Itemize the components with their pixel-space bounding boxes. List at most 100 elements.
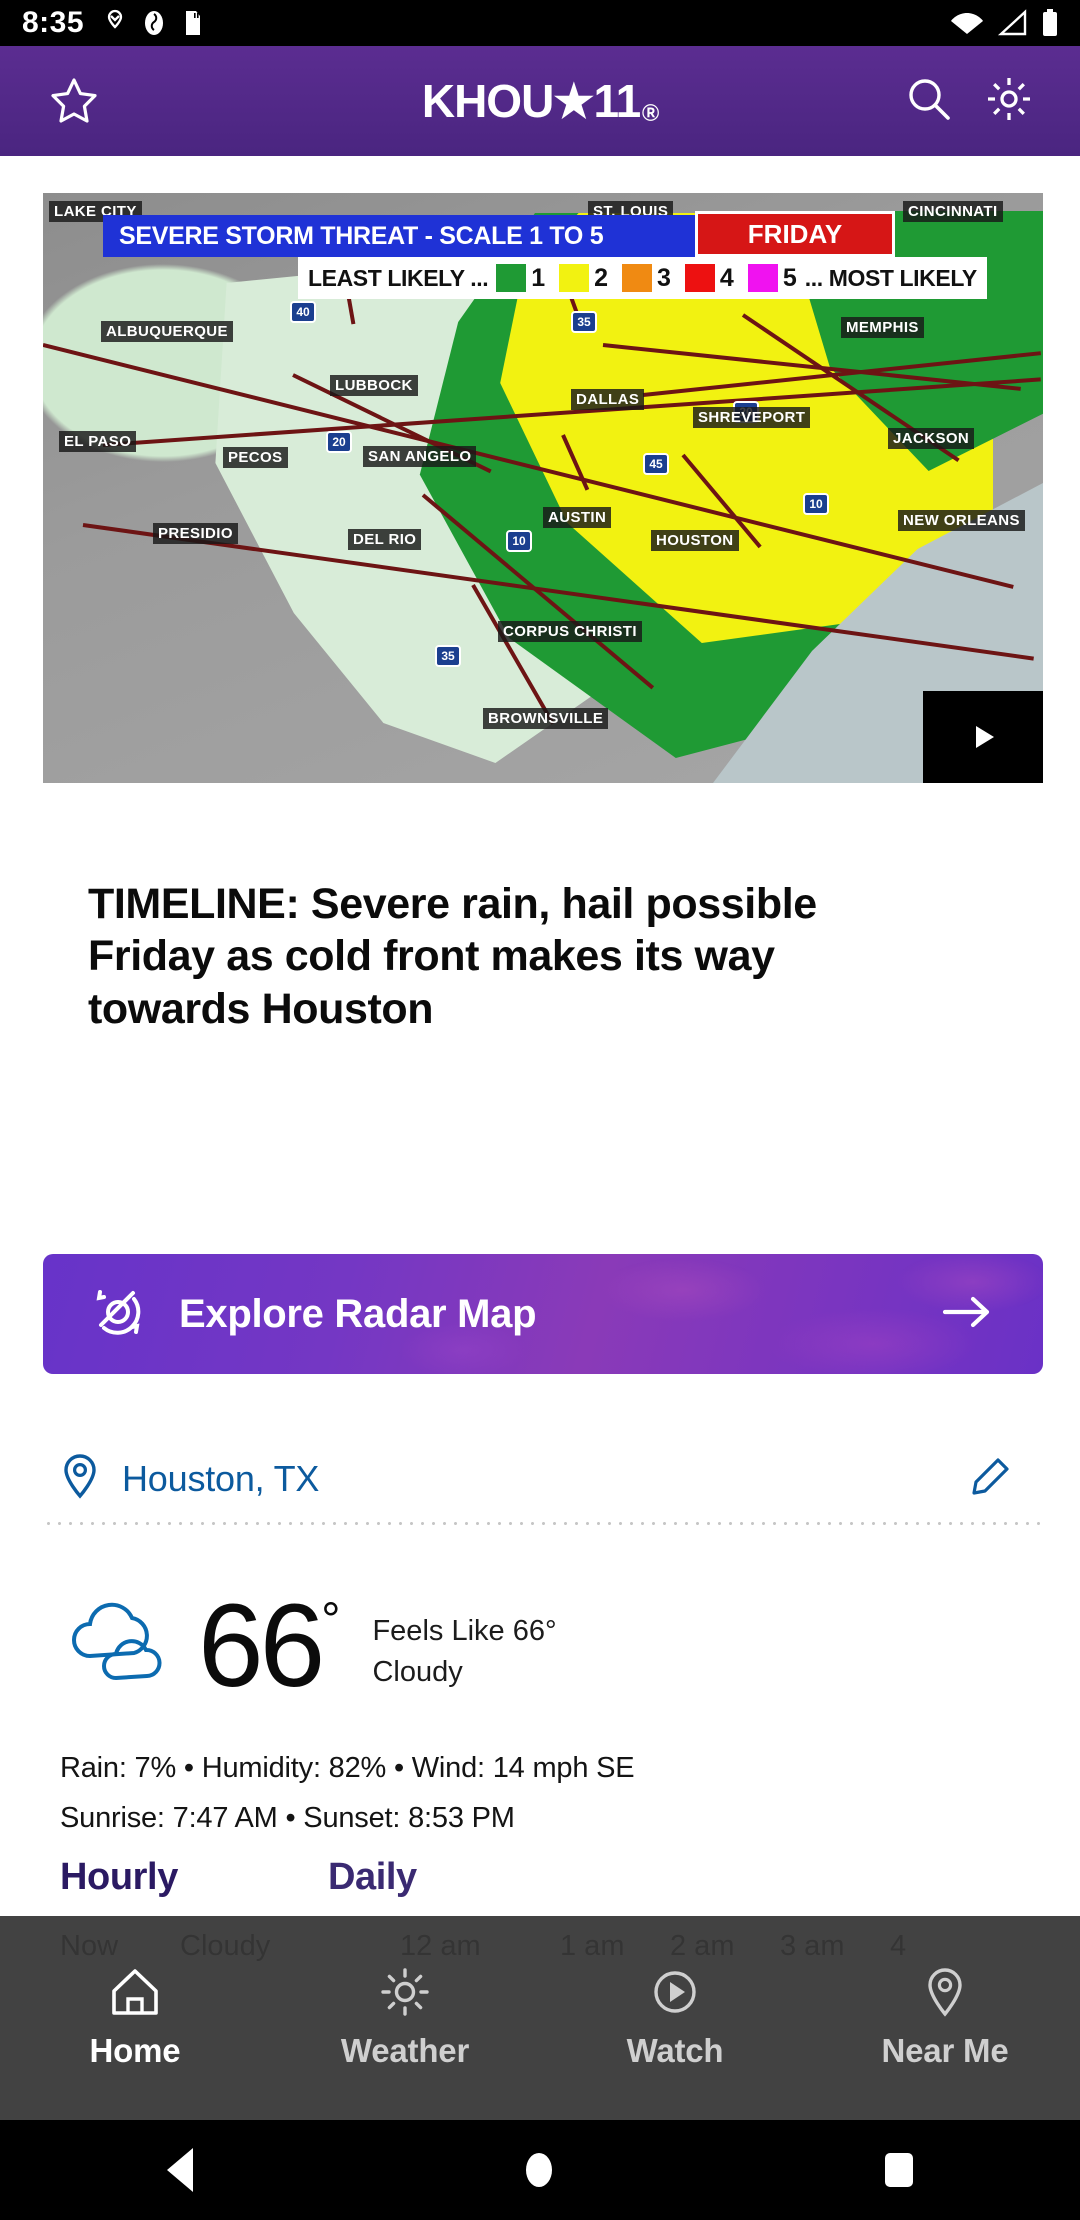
highway-shield: 10 — [803, 493, 829, 515]
app-header-actions — [904, 74, 1034, 129]
wifi-icon — [951, 13, 983, 34]
tab-weather[interactable]: Weather — [270, 1916, 540, 2120]
tab-daily[interactable]: Daily — [328, 1856, 417, 1899]
cellular-signal-icon — [997, 9, 1027, 36]
android-navigation-bar — [0, 2120, 1080, 2220]
selected-location-row[interactable]: Houston, TX — [60, 1446, 1030, 1512]
tab-home[interactable]: Home — [0, 1916, 270, 2120]
legend-level-5: 5 — [782, 263, 797, 292]
map-city-label: PECOS — [223, 447, 288, 468]
legend-level-3: 3 — [657, 263, 671, 292]
legend-scale-items: 1 2 3 4 5 — [496, 264, 797, 293]
legend-item-5: 5 — [747, 263, 797, 293]
bottom-tab-bar: Home Weather Watch Near Me — [0, 1916, 1080, 2120]
map-city-label: HOUSTON — [651, 530, 739, 551]
legend-level-2: 2 — [594, 263, 609, 292]
weather-details-line-1: Rain: 7% • Humidity: 82% • Wind: 14 mph … — [60, 1752, 635, 1784]
section-divider-dotted — [43, 1522, 1043, 1525]
sd-card-icon — [186, 11, 201, 35]
home-icon — [112, 1969, 158, 2015]
play-icon — [976, 726, 994, 748]
arrow-right-icon — [942, 1296, 990, 1327]
map-city-label: CORPUS CHRISTI — [498, 621, 642, 642]
status-bar-clock: 8:35 — [22, 6, 85, 39]
tab-hourly[interactable]: Hourly — [60, 1856, 178, 1899]
location-name: Houston, TX — [122, 1458, 320, 1499]
status-bar-right-icons — [950, 8, 1060, 38]
legend-swatch-5 — [747, 264, 778, 292]
weather-details-line-2: Sunrise: 7:47 AM • Sunset: 8:53 PM — [60, 1801, 515, 1834]
tab-weather-label: Weather — [340, 2032, 470, 2069]
edit-location-button[interactable] — [968, 1455, 1012, 1504]
legend-swatch-4 — [684, 264, 715, 292]
legend-level-1: 1 — [531, 263, 546, 292]
map-city-label: DEL RIO — [348, 529, 422, 550]
map-city-label: CINCINNATI — [903, 201, 1003, 222]
radar-icon — [96, 1289, 141, 1335]
main-scroll-content: 4020354510352010 LAKE CITYST. LOUISCINCI… — [0, 156, 1080, 1962]
settings-button[interactable] — [984, 74, 1034, 129]
forecast-tab-group: Hourly Daily — [60, 1856, 417, 1899]
article-headline[interactable]: TIMELINE: Severe rain, hail possible Fri… — [88, 878, 948, 1035]
map-city-label: PRESIDIO — [153, 523, 238, 544]
home-circle-icon[interactable] — [525, 2153, 552, 2187]
legend-swatch-2 — [559, 264, 590, 292]
tab-home-label: Home — [89, 2032, 181, 2069]
tab-near-me-label: Near Me — [881, 2032, 1009, 2069]
location-pin-icon — [928, 1968, 962, 2017]
map-city-label: DALLAS — [571, 389, 645, 410]
location-sharing-icon — [107, 9, 123, 29]
star-outline-icon — [51, 78, 97, 123]
sun-icon — [381, 1968, 429, 2016]
recents-square-icon[interactable] — [885, 2153, 914, 2187]
legend-item-3: 3 — [622, 264, 671, 293]
temperature-degree-symbol: ° — [321, 1593, 341, 1647]
map-banner-title: SEVERE STORM THREAT - SCALE 1 TO 5 — [103, 215, 763, 257]
status-bar-left-icons — [104, 9, 204, 37]
current-conditions-text: Feels Like 66° Cloudy — [372, 1611, 556, 1693]
khou-11-logo: KHOU★11 Ⓡ — [421, 74, 659, 128]
legend-swatch-1 — [496, 264, 527, 292]
condition-text: Cloudy — [372, 1656, 463, 1688]
gear-icon — [988, 77, 1030, 120]
tab-near-me[interactable]: Near Me — [810, 1916, 1080, 2120]
current-temperature-block: 66 ° — [198, 1579, 341, 1712]
search-icon — [909, 78, 950, 120]
severe-storm-threat-map: 4020354510352010 LAKE CITYST. LOUISCINCI… — [43, 193, 1043, 783]
map-city-label: EL PASO — [59, 431, 137, 452]
legend-least-likely-label: LEAST LIKELY ... — [308, 264, 489, 291]
legend-item-1: 1 — [496, 264, 545, 293]
map-city-label: AUSTIN — [543, 507, 612, 528]
logo-wordmark: KHOU★11 — [421, 75, 641, 127]
explore-radar-map-banner[interactable]: Explore Radar Map — [43, 1254, 1043, 1374]
legend-most-likely-label: ... MOST LIKELY — [804, 264, 977, 291]
map-city-label: SHREVEPORT — [693, 407, 811, 428]
map-city-label: MEMPHIS — [841, 317, 924, 338]
map-city-label: BROWNSVILLE — [483, 708, 609, 729]
map-city-label: SAN ANGELO — [363, 446, 477, 467]
current-temperature: 66 — [198, 1579, 325, 1712]
highway-shield: 35 — [435, 645, 461, 667]
back-triangle-icon[interactable] — [166, 2148, 193, 2192]
cloudy-icon — [72, 1602, 162, 1680]
map-city-label: JACKSON — [888, 428, 975, 449]
search-button[interactable] — [904, 74, 954, 129]
article-video-thumbnail[interactable]: 4020354510352010 LAKE CITYST. LOUISCINCI… — [43, 193, 1043, 783]
play-video-button[interactable] — [923, 691, 1043, 783]
highway-shield: 40 — [290, 301, 316, 323]
location-pin-icon — [64, 1453, 96, 1499]
legend-item-2: 2 — [559, 264, 608, 293]
favorites-star-button[interactable] — [46, 73, 102, 129]
current-weather-details: Rain: 7% • Humidity: 82% • Wind: 14 mph … — [60, 1744, 635, 1844]
feels-like-text: Feels Like 66° — [372, 1614, 557, 1647]
legend-swatch-3 — [622, 264, 653, 292]
highway-shield: 35 — [571, 311, 597, 333]
current-conditions-row: 66 ° Feels Like 66° Cloudy — [60, 1566, 1030, 1726]
play-circle-icon — [654, 1971, 696, 2013]
android-status-bar: 8:35 — [0, 0, 1080, 46]
map-threat-legend: LEAST LIKELY ... 1 2 3 4 5 ... MOST LIKELY — [298, 257, 987, 299]
app-header-bar: KHOU★11 Ⓡ — [0, 46, 1080, 156]
tab-watch[interactable]: Watch — [540, 1916, 810, 2120]
pencil-edit-icon — [972, 1457, 1009, 1495]
highway-shield: 45 — [643, 453, 669, 475]
